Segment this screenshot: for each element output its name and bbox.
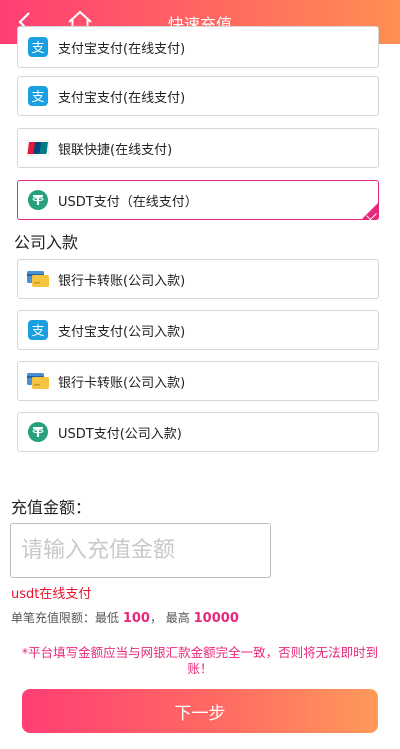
alipay-icon: 支 [27,36,49,58]
payment-option-label: 支付宝支付(在线支付) [58,90,186,106]
limit-separator: ， 最高 [149,611,190,625]
next-step-button[interactable]: 下一步 [22,689,378,733]
limit-min-value: 100 [122,611,150,626]
svg-text:支: 支 [31,324,44,339]
limit-prefix: 单笔充值限额：最低 [11,611,120,625]
company-deposit-section-title: 公司入款 [14,233,79,252]
payment-option-bank-transfer-1[interactable]: 银行卡转账(公司入款) [17,259,379,299]
usdt-icon [27,421,49,443]
payment-option-label: 支付宝支付(在线支付) [58,41,186,57]
payment-option-label: 支付宝支付(公司入款) [58,324,186,340]
svg-text:支: 支 [31,90,44,105]
payment-option-bank-transfer-2[interactable]: 银行卡转账(公司入款) [17,361,379,401]
payment-option-usdt-online[interactable]: USDT支付（在线支付） [17,180,379,221]
payment-option-label: USDT支付(公司入款) [58,426,182,442]
payment-option-label: 银行卡转账(公司入款) [58,273,186,289]
payment-option-label: 银联快捷(在线支付) [58,142,173,158]
payment-option-unionpay-online[interactable]: 银联快捷(在线支付) [17,128,379,168]
usdt-icon [27,189,49,211]
alipay-icon: 支 [27,85,49,107]
alipay-icon: 支 [27,319,49,341]
payment-option-alipay-online-2[interactable]: 支 支付宝支付(在线支付) [17,76,379,116]
payment-option-alipay-online-1[interactable]: 支 支付宝支付(在线支付) [17,26,379,68]
amount-label: 充值金额： [11,498,92,517]
payment-option-usdt-company[interactable]: USDT支付(公司入款) [17,412,379,452]
amount-input[interactable] [10,523,271,578]
limit-max-value: 10000 [193,611,239,626]
bank-card-icon [27,370,49,392]
selected-method-text: usdt在线支付 [11,587,92,602]
unionpay-icon [27,137,49,159]
payment-option-label: 银行卡转账(公司入款) [58,375,186,391]
deposit-limit-text: 单笔充值限额：最低 100， 最高 10000 [11,609,239,626]
payment-option-label: USDT支付（在线支付） [58,194,198,210]
payment-option-alipay-company[interactable]: 支 支付宝支付(公司入款) [17,310,379,350]
svg-text:支: 支 [31,41,44,56]
bank-card-icon [27,268,49,290]
amount-notice: *平台填写金额应当与网银汇款金额完全一致，否则将无法即时到账！ [21,645,379,676]
